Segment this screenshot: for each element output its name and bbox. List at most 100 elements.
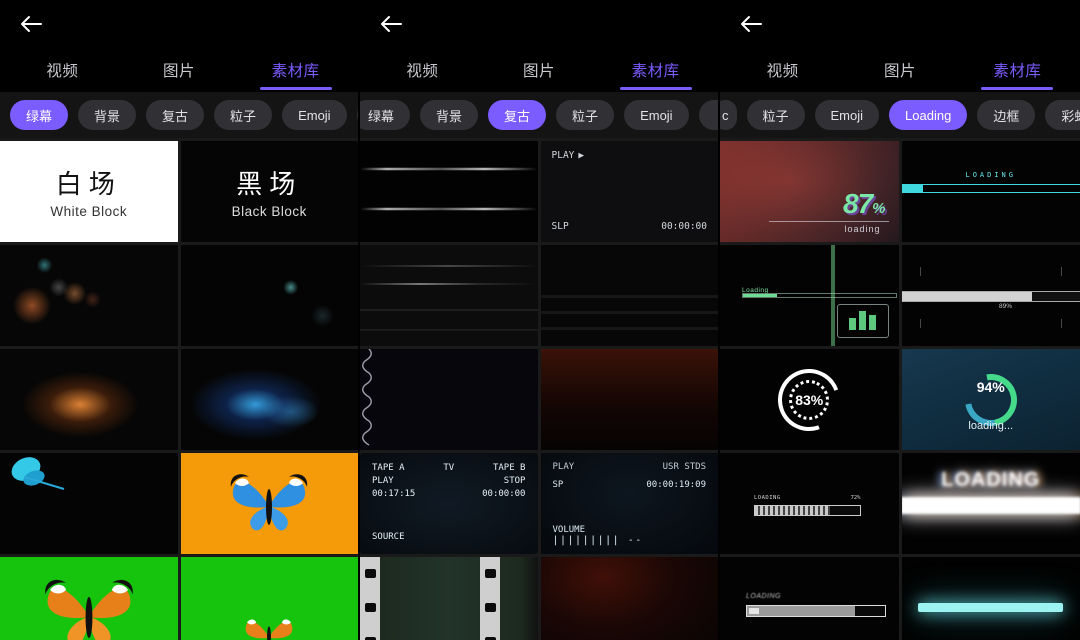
cyan-bar-caption: LOADING bbox=[965, 171, 1016, 179]
green-progress-bar bbox=[742, 293, 897, 298]
chip-green-screen[interactable]: 绿幕 bbox=[10, 100, 69, 130]
category-chip-row[interactable]: 绿幕 背景 复古 粒子 Emoji Lo bbox=[0, 92, 358, 138]
tile-bokeh-cyan[interactable] bbox=[180, 245, 358, 346]
tile-load-bar-72[interactable]: LOADING 72% bbox=[720, 453, 899, 554]
tile-green-split[interactable]: Loading 24% bbox=[720, 245, 899, 346]
panel-loading: 视频 图片 素材库 c 粒子 Emoji Loading 边框 彩虹 87% l… bbox=[720, 0, 1080, 640]
material-grid: 87% loading LOADING Loading 24% 89% bbox=[720, 138, 1080, 640]
tile-retro-red-glow[interactable] bbox=[540, 349, 718, 450]
tile-blue-butterfly-black[interactable] bbox=[0, 453, 178, 554]
tile-orange-butterfly-green[interactable] bbox=[0, 557, 178, 640]
osd-mode: SLP bbox=[551, 221, 569, 232]
tab-material-library[interactable]: 素材库 bbox=[959, 48, 1076, 92]
tile-glow-loading[interactable]: LOADING bbox=[901, 453, 1080, 554]
tile-blue-butterfly-orange[interactable] bbox=[180, 453, 358, 554]
tile-tape-deck[interactable]: TAPE A TV TAPE B PLAY STOP 00:17:15 00:0… bbox=[360, 453, 538, 554]
load-bar-header: LOADING bbox=[754, 495, 781, 501]
tv-label: TV bbox=[443, 463, 455, 473]
cyan-progress-bar bbox=[901, 184, 1080, 193]
chip-border[interactable]: 边框 bbox=[977, 100, 1036, 130]
osd2-speed: SP bbox=[552, 480, 564, 490]
tab-bar: 视频 图片 素材库 bbox=[360, 48, 718, 92]
chip-loading[interactable]: Loading bbox=[889, 100, 968, 130]
back-arrow-icon[interactable] bbox=[374, 8, 408, 40]
osd2-left-top: PLAY bbox=[552, 462, 575, 472]
tile-cyan-bar[interactable]: LOADING bbox=[901, 141, 1080, 242]
category-chip-row[interactable]: 绿幕 背景 复古 粒子 Emoji Lo bbox=[360, 92, 718, 138]
chip-retro[interactable]: 复古 bbox=[488, 100, 547, 130]
tab-material-library[interactable]: 素材库 bbox=[597, 48, 714, 92]
material-grid: PLAY ▶ SLP 00:00:00 TAPE A TV TAPE B PLA… bbox=[360, 138, 718, 640]
back-arrow-icon[interactable] bbox=[14, 8, 48, 40]
osd2-timecode: 00:00:19:09 bbox=[646, 480, 706, 490]
load-bar-percent: 72% bbox=[850, 495, 861, 501]
tab-images[interactable]: 图片 bbox=[481, 48, 598, 92]
tab-video[interactable]: 视频 bbox=[4, 48, 121, 92]
tile-blue-butterfly-glow[interactable] bbox=[180, 349, 358, 450]
tile-film-strip[interactable] bbox=[360, 557, 538, 640]
tile-vhs-dark-bands[interactable] bbox=[540, 245, 718, 346]
tile-moth-glow[interactable] bbox=[0, 349, 178, 450]
chip-loading-partial-left[interactable]: c bbox=[720, 100, 737, 130]
tape-source-label: SOURCE bbox=[372, 532, 405, 542]
panel-retro: 视频 图片 素材库 绿幕 背景 复古 粒子 Emoji Lo PLAY ▶ bbox=[360, 0, 720, 640]
tape-a-time: 00:17:15 bbox=[372, 489, 416, 500]
pct-87-value: 87% bbox=[843, 188, 886, 219]
tab-images[interactable]: 图片 bbox=[841, 48, 958, 92]
tab-material-library[interactable]: 素材库 bbox=[237, 48, 354, 92]
tile-ring-94[interactable]: 94% loading... bbox=[901, 349, 1080, 450]
tile-title-cn: 黑场 bbox=[236, 169, 303, 199]
tab-bar: 视频 图片 素材库 bbox=[720, 48, 1080, 92]
tile-bokeh-orange[interactable] bbox=[0, 245, 178, 346]
bar-chart-icon bbox=[836, 304, 889, 338]
osd2-volume-label: VOLUME bbox=[552, 525, 586, 535]
gray-bar-percent: 89% bbox=[998, 303, 1012, 310]
tab-images[interactable]: 图片 bbox=[121, 48, 238, 92]
ring-94-value: 94% bbox=[976, 379, 1005, 395]
tile-cyan-line[interactable] bbox=[901, 557, 1080, 640]
chip-retro[interactable]: 复古 bbox=[146, 100, 205, 130]
tile-white-block[interactable]: 白场 White Block bbox=[0, 141, 178, 242]
category-chip-row[interactable]: c 粒子 Emoji Loading 边框 彩虹 bbox=[720, 92, 1080, 138]
tile-tape-osd-2[interactable]: PLAY USR STDS SP 00:00:19:09 VOLUME ||||… bbox=[540, 453, 718, 554]
chip-particles[interactable]: 粒子 bbox=[214, 100, 273, 130]
tile-pct-87[interactable]: 87% loading bbox=[720, 141, 899, 242]
glow-bar bbox=[901, 497, 1080, 514]
tab-video[interactable]: 视频 bbox=[364, 48, 481, 92]
chip-particles[interactable]: 粒子 bbox=[746, 100, 805, 130]
chip-emoji[interactable]: Emoji bbox=[814, 100, 880, 130]
tape-a-state: PLAY bbox=[372, 476, 394, 487]
material-grid: 白场 White Block 黑场 Black Block bbox=[0, 138, 358, 640]
gray-progress-bar bbox=[901, 291, 1080, 302]
top-bar bbox=[0, 0, 358, 48]
tile-black-block[interactable]: 黑场 Black Block bbox=[180, 141, 358, 242]
top-bar bbox=[360, 0, 718, 48]
chip-background[interactable]: 背景 bbox=[78, 100, 137, 130]
chip-particles[interactable]: 粒子 bbox=[556, 100, 615, 130]
tile-orange-butterfly-green-small[interactable] bbox=[180, 557, 358, 640]
glow-loading-text: LOADING bbox=[941, 469, 1041, 491]
osd2-volume-bars: ||||||||| -- bbox=[552, 535, 643, 546]
chip-background[interactable]: 背景 bbox=[420, 100, 479, 130]
load-gray-header: LOADING bbox=[746, 593, 782, 600]
ring-94-label: loading... bbox=[968, 420, 1014, 432]
tile-vhs-gray-noise[interactable] bbox=[360, 245, 538, 346]
chip-loading-partial[interactable]: Lo bbox=[356, 100, 358, 130]
tile-vhs-scanlines[interactable] bbox=[360, 141, 538, 242]
osd-play-label: PLAY bbox=[551, 150, 575, 161]
tile-vcr-osd[interactable]: PLAY ▶ SLP 00:00:00 bbox=[540, 141, 718, 242]
tile-gray-bar[interactable]: 89% bbox=[901, 245, 1080, 346]
chip-emoji[interactable]: Emoji bbox=[282, 100, 347, 130]
chip-emoji[interactable]: Emoji bbox=[624, 100, 689, 130]
tile-dark-red-grain[interactable] bbox=[540, 557, 718, 640]
pct-87-label: loading bbox=[844, 224, 881, 234]
chip-loading-partial[interactable]: Lo bbox=[698, 100, 718, 130]
chip-rainbow[interactable]: 彩虹 bbox=[1045, 100, 1080, 130]
tile-load-gray[interactable]: LOADING bbox=[720, 557, 899, 640]
chip-green-screen[interactable]: 绿幕 bbox=[360, 100, 411, 130]
tab-video[interactable]: 视频 bbox=[724, 48, 841, 92]
tile-vhs-squiggle[interactable] bbox=[360, 349, 538, 450]
tile-ring-83[interactable]: 83% bbox=[720, 349, 899, 450]
tile-title-en: White Block bbox=[50, 204, 128, 219]
back-arrow-icon[interactable] bbox=[734, 8, 768, 40]
